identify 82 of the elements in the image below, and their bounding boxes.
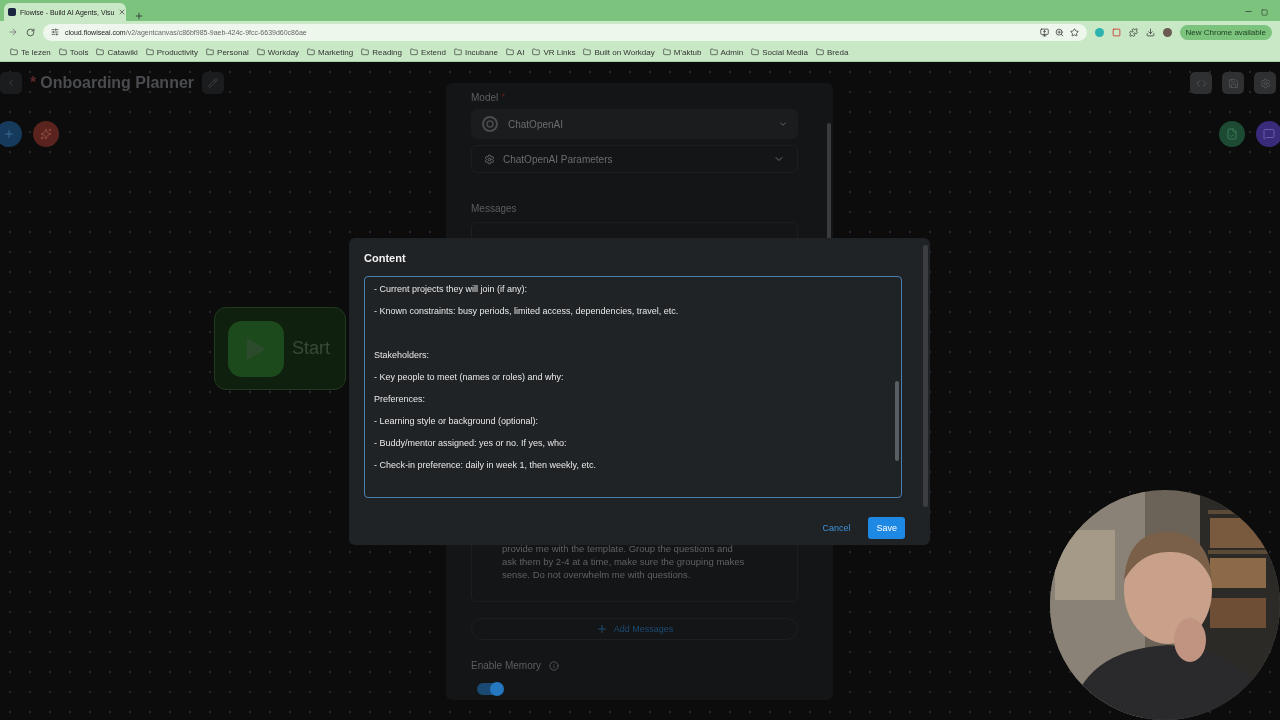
site-icon (8, 8, 16, 16)
save-button[interactable]: Save (868, 517, 905, 539)
file-check-icon (1226, 128, 1238, 140)
gear-icon (484, 153, 495, 165)
bookmark[interactable]: Marketing (307, 47, 354, 57)
new-tab-icon[interactable] (134, 11, 144, 21)
folder-icon (532, 48, 541, 56)
field-label: Enable Memory (471, 660, 542, 671)
flow-title: * Onboarding Planner (30, 74, 195, 92)
info-icon (549, 660, 560, 671)
bookmark[interactable]: M'aktub (662, 47, 702, 57)
folder-icon (361, 48, 370, 56)
edit-button[interactable] (202, 72, 225, 94)
plus-icon (595, 623, 608, 635)
star-icon[interactable] (1069, 27, 1079, 37)
cancel-button[interactable]: Cancel (814, 517, 859, 539)
close-icon[interactable] (118, 8, 126, 16)
avatar-icon[interactable] (1162, 27, 1172, 37)
scrollbar[interactable] (923, 245, 928, 507)
bookmark[interactable]: Incubane (453, 47, 498, 57)
folder-icon (96, 48, 105, 56)
folder-icon (58, 48, 67, 56)
folder-icon (583, 48, 592, 56)
bookmark[interactable]: Personal (206, 47, 249, 57)
sparkle-button[interactable] (33, 121, 59, 147)
bookmark[interactable]: Social Media (751, 47, 808, 57)
forward-icon[interactable] (8, 27, 18, 37)
cast-icon[interactable] (1039, 27, 1049, 37)
bookmark[interactable]: Breda (816, 47, 849, 57)
chevron-left-icon (6, 78, 16, 88)
bookmark[interactable]: Catawiki (96, 47, 138, 57)
field-label: Model * (471, 92, 507, 103)
folder-icon (307, 48, 316, 56)
dropdown-icon (778, 119, 788, 129)
folder-icon (256, 48, 265, 56)
bookmark[interactable]: Admin (709, 47, 744, 57)
bookmark[interactable]: Productivity (145, 47, 199, 57)
save-icon (1227, 77, 1239, 89)
download-icon[interactable] (1145, 27, 1155, 37)
bookmark[interactable]: Extend (410, 47, 446, 57)
zoom-icon[interactable] (1054, 27, 1064, 37)
folder-icon (816, 48, 824, 56)
chat-button[interactable] (1256, 121, 1280, 147)
plus-icon (3, 128, 15, 140)
parameters-accordion[interactable]: ChatOpenAI Parameters (471, 145, 798, 173)
field-label: Messages (471, 203, 518, 214)
bookmark[interactable]: Tools (58, 47, 89, 57)
content-field[interactable]: - Current projects they will join (if any): - Known constraints: busy periods, limited access, dependencies, travel, etc. Stakeholders: - Key people to meet (names or roles) and why: Preferences: - Learning style or background (optional): - Buddy/mentor assigned: yes or no. If yes, who: - Check-in preference: daily in week 1, then weekly, etc. (364, 276, 902, 498)
settings-button[interactable] (1254, 72, 1276, 94)
settings-icon (1259, 77, 1271, 89)
folder-icon (751, 48, 760, 56)
memory-toggle[interactable] (477, 683, 503, 695)
validate-button[interactable] (1219, 121, 1245, 147)
dialog-title: Content (364, 252, 407, 264)
bookmark[interactable]: AI (505, 47, 525, 57)
bookmark[interactable]: Reading (361, 47, 402, 57)
sparkle-icon (40, 128, 52, 140)
scrollbar[interactable] (895, 381, 899, 461)
code-button[interactable] (1190, 72, 1212, 94)
folder-icon (662, 48, 671, 56)
folder-icon (206, 48, 215, 56)
save-button[interactable] (1222, 72, 1244, 94)
pencil-icon (208, 78, 219, 88)
folder-icon (453, 48, 462, 56)
bookmark[interactable]: VR Links (532, 47, 576, 57)
folder-icon (709, 48, 718, 56)
reload-icon[interactable] (26, 27, 35, 37)
folder-icon (410, 48, 418, 56)
play-icon (228, 320, 284, 377)
folder-icon (145, 48, 154, 56)
model-logo-icon (481, 115, 499, 133)
puzzle-icon[interactable] (1128, 27, 1138, 37)
folder-icon (10, 48, 18, 56)
add-node-button[interactable] (0, 121, 22, 147)
update-button[interactable]: New Chrome available (1179, 24, 1272, 40)
folder-icon (505, 48, 514, 56)
bookmark[interactable]: Te lezen (10, 47, 51, 57)
bookmark[interactable]: Workday (256, 47, 300, 57)
site-settings-icon[interactable] (51, 28, 59, 36)
bookmark[interactable]: Built on Workday (583, 47, 655, 57)
chat-icon (1263, 128, 1275, 140)
maximize-icon[interactable] (1261, 9, 1268, 16)
